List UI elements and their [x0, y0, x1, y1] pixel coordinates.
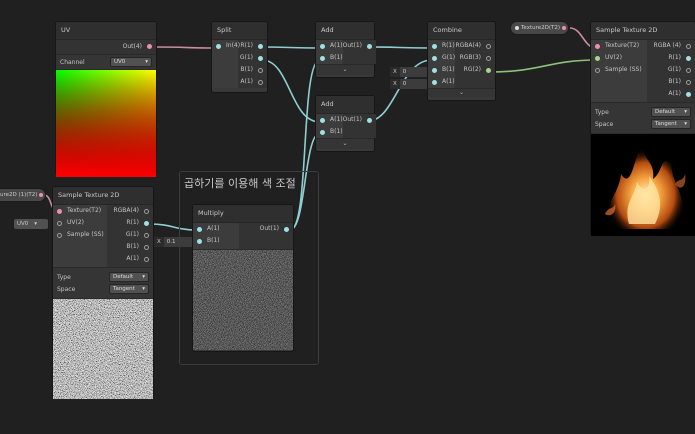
uv-output-port[interactable]	[147, 43, 152, 49]
sample-right-a-port[interactable]	[686, 91, 691, 97]
sample-left-texture-port[interactable]	[57, 208, 62, 214]
add-node-1[interactable]: Add A(1) B(1) Out(1) ⌄	[316, 22, 377, 77]
multiply-a-port[interactable]	[197, 226, 202, 232]
combine-node[interactable]: Combine R(1) G(1) B(1) A(1) RGBA(4) RGB(…	[428, 22, 495, 100]
add-node-1-title: Add	[316, 22, 374, 40]
sample-right-uv-port[interactable]	[595, 55, 600, 61]
chevron-down-icon[interactable]: ⌄	[316, 138, 374, 149]
add1-a-port[interactable]	[320, 43, 325, 49]
combine-a-inline[interactable]: X0	[390, 79, 428, 89]
split-node[interactable]: Split In(4) R(1) G(1) B(1) A(1)	[212, 22, 267, 92]
chevron-down-icon[interactable]: ⌄	[428, 88, 495, 97]
combine-node-title: Combine	[428, 22, 495, 40]
uv-inline-left[interactable]: UV0 ▾	[14, 219, 48, 229]
sample-left-sampler-port[interactable]	[57, 232, 62, 238]
uv-node-title: UV	[56, 22, 156, 40]
sample-left-uv-port[interactable]	[57, 220, 62, 226]
property-dot-icon	[515, 26, 519, 30]
wire-split-g-add2a	[261, 59, 321, 123]
wire-uv-split	[154, 46, 217, 49]
type-dropdown-left[interactable]: Default ▾	[109, 272, 149, 282]
chevron-down-icon[interactable]: ⌄	[316, 64, 374, 75]
uv-output-label: Out(4)	[122, 43, 142, 50]
wire-combine-sample-uv	[489, 59, 597, 73]
add2-a-port[interactable]	[320, 117, 325, 123]
multiply-out-port[interactable]	[284, 226, 289, 232]
multiply-node-title: Multiply	[193, 205, 293, 223]
texture-pill-left-port[interactable]	[39, 193, 44, 197]
add2-out-port[interactable]	[367, 117, 373, 123]
space-label: Space	[595, 120, 614, 128]
sample-texture-node-right[interactable]: Sample Texture 2D Texture(T2) UV(2) Samp…	[591, 22, 695, 236]
sample-left-a-port[interactable]	[144, 256, 149, 262]
wire-add1-combine-r	[367, 46, 433, 49]
type-dropdown[interactable]: Default ▾	[651, 107, 691, 117]
sample-right-title: Sample Texture 2D	[591, 22, 695, 40]
dropdown-arrow-icon: ▾	[684, 121, 687, 127]
sample-left-rgba-port[interactable]	[144, 208, 149, 214]
multiply-node[interactable]: Multiply A(1) B(1) Out(1)	[193, 205, 293, 351]
space-label-left: Space	[57, 285, 76, 293]
combine-b-inline[interactable]: X0	[390, 67, 428, 77]
split-node-title: Split	[212, 22, 267, 40]
dropdown-arrow-icon: ▾	[34, 221, 38, 227]
multiply-preview	[193, 249, 293, 350]
fire-preview-image	[605, 144, 686, 229]
sample-right-r-port[interactable]	[686, 55, 691, 61]
type-label: Type	[595, 108, 609, 116]
texture-pill-port[interactable]	[562, 26, 567, 30]
add2-b-port[interactable]	[320, 129, 325, 135]
uv-node[interactable]: UV Out(4) Channel UV0 ▾	[56, 22, 156, 177]
add1-b-port[interactable]	[320, 55, 325, 61]
space-dropdown[interactable]: Tangent ▾	[651, 119, 691, 129]
add-node-2-title: Add	[316, 96, 374, 114]
split-a-port[interactable]	[258, 79, 263, 85]
space-dropdown-left[interactable]: Tangent ▾	[109, 284, 149, 294]
combine-b-port[interactable]	[432, 67, 437, 73]
multiply-noise-image	[193, 250, 293, 350]
group-title: 곱하기를 이용해 색 조절	[184, 177, 296, 190]
combine-r-port[interactable]	[432, 43, 437, 49]
texture-property-pill-left[interactable]: ure2D (1)(T2)	[0, 189, 46, 201]
dropdown-arrow-icon: ▾	[142, 286, 145, 292]
sample-right-rgba-port[interactable]	[686, 43, 691, 49]
combine-a-port[interactable]	[432, 79, 437, 85]
sample-left-g-port[interactable]	[144, 232, 149, 238]
sample-left-b-port[interactable]	[144, 244, 149, 250]
sample-left-title: Sample Texture 2D	[53, 187, 153, 205]
dropdown-arrow-icon: ▾	[145, 59, 148, 65]
add1-out-port[interactable]	[367, 43, 373, 49]
multiply-b-inline[interactable]: X 0.1	[154, 237, 194, 247]
add-node-2[interactable]: Add A(1) B(1) Out(1) ⌄	[316, 96, 377, 151]
multiply-b-port[interactable]	[197, 238, 202, 244]
sample-texture-node-left[interactable]: Sample Texture 2D Texture(T2) UV(2) Samp…	[53, 187, 153, 399]
split-r-port[interactable]	[258, 43, 263, 49]
dropdown-arrow-icon: ▾	[142, 274, 145, 280]
channel-label: Channel	[60, 58, 85, 66]
sample-right-texture-port[interactable]	[595, 43, 600, 49]
channel-dropdown[interactable]: UV0 ▾	[110, 57, 152, 67]
sample-right-b-port[interactable]	[686, 79, 691, 85]
sample-left-r-port[interactable]	[144, 220, 149, 226]
dropdown-arrow-icon: ▾	[684, 109, 687, 115]
noise-texture-preview	[53, 298, 153, 399]
split-b-port[interactable]	[258, 67, 263, 73]
texture-property-pill[interactable]: Texture2D(T2)	[511, 22, 569, 34]
uv-preview	[56, 69, 156, 177]
combine-rg-port[interactable]	[486, 67, 491, 73]
fire-texture-preview	[591, 133, 695, 236]
wire-split-r-add1a	[261, 46, 321, 49]
type-label-left: Type	[57, 273, 71, 281]
split-input-port[interactable]	[216, 43, 221, 49]
combine-rgba-port[interactable]	[486, 43, 491, 49]
noise-preview-image	[53, 299, 153, 399]
combine-g-port[interactable]	[432, 55, 437, 61]
sample-right-g-port[interactable]	[686, 67, 691, 73]
sample-right-sampler-port[interactable]	[595, 67, 600, 73]
split-g-port[interactable]	[258, 55, 263, 61]
combine-rgb-port[interactable]	[486, 55, 491, 61]
